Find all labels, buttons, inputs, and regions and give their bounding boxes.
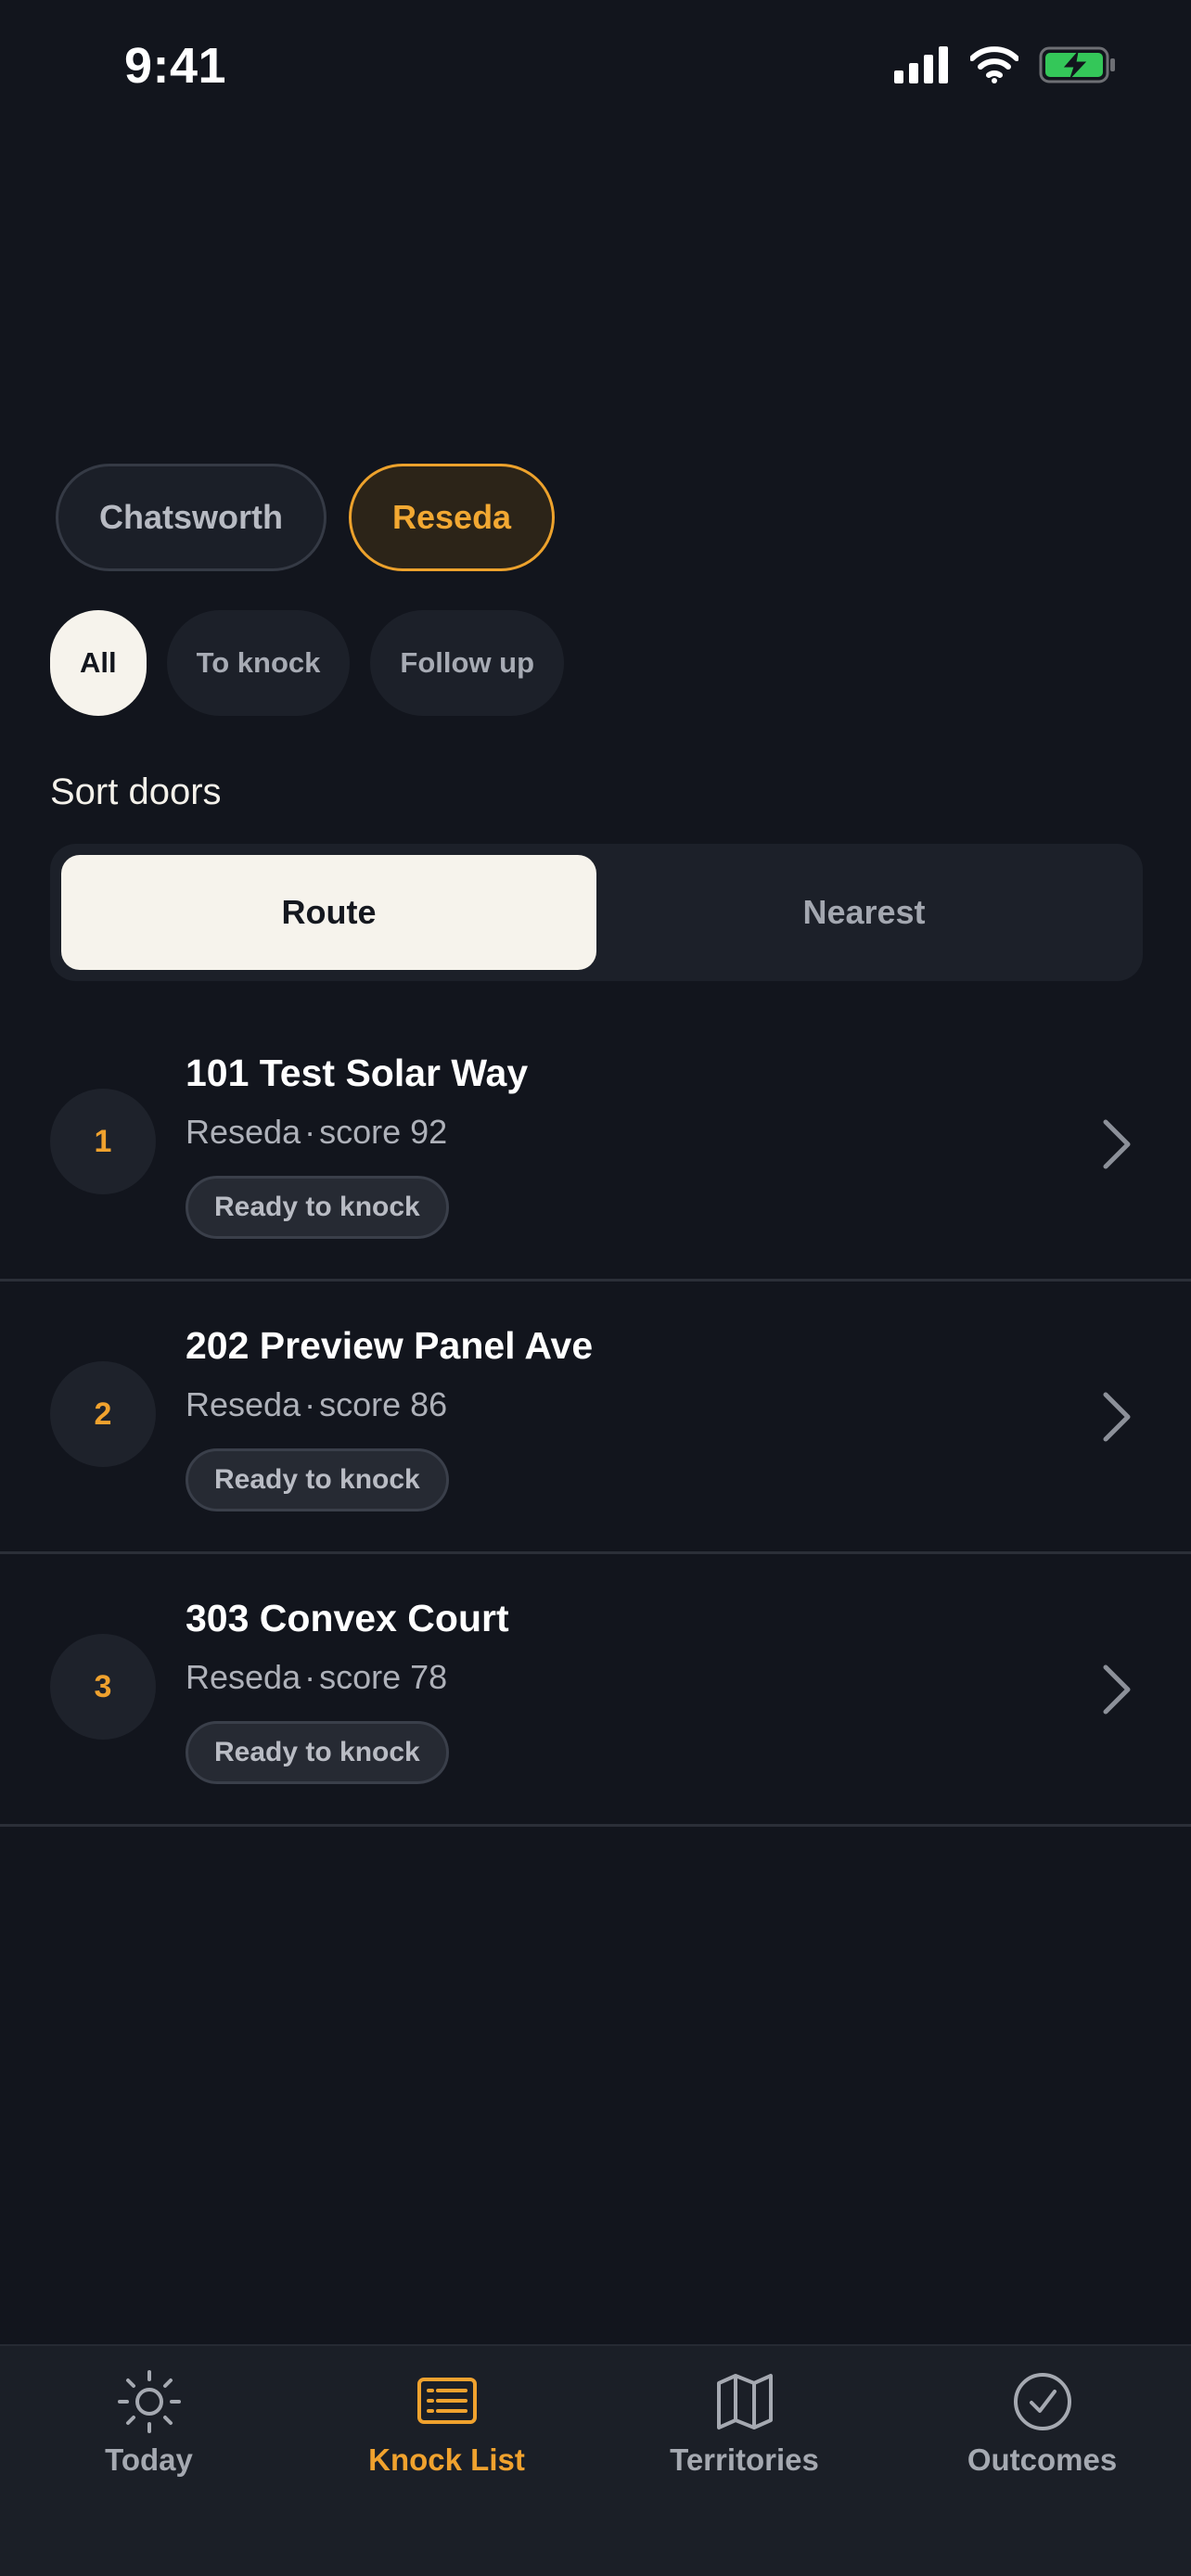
tab-outcomes[interactable]: Outcomes: [893, 2346, 1191, 2576]
status-badge: Ready to knock: [186, 1448, 449, 1511]
tab-label: Territories: [670, 2442, 819, 2477]
tab-label: Today: [105, 2442, 193, 2477]
door-score: score 92: [319, 1113, 448, 1151]
rank-badge: 1: [50, 1089, 156, 1194]
filter-chip-to-knock[interactable]: To knock: [166, 610, 351, 716]
status-icons: [894, 46, 1117, 83]
wifi-icon: [970, 46, 1018, 83]
door-meta: Reseda · score 78: [186, 1658, 447, 1697]
tab-knock-list[interactable]: Knock List: [298, 2346, 596, 2576]
door-row[interactable]: 2 202 Preview Panel Ave Reseda · score 86 …: [0, 1282, 1191, 1554]
door-row[interactable]: 3 303 Convex Court Reseda · score 78 Ready…: [0, 1554, 1191, 1827]
door-score: score 86: [319, 1385, 448, 1423]
check-circle-icon: [1013, 2373, 1071, 2430]
filter-chip-follow-up[interactable]: Follow up: [370, 610, 565, 716]
status-bar: 9:41: [0, 0, 1191, 139]
cellular-signal-icon: [894, 46, 948, 83]
door-area: Reseda: [186, 1113, 301, 1151]
filter-chip-all[interactable]: All: [50, 610, 147, 716]
sort-option-nearest[interactable]: Nearest: [596, 855, 1132, 970]
door-meta: Reseda · score 86: [186, 1385, 447, 1424]
tab-territories[interactable]: Territories: [596, 2346, 893, 2576]
sort-option-route[interactable]: Route: [61, 855, 596, 970]
sun-icon: [117, 2370, 181, 2433]
door-list: 1 101 Test Solar Way Reseda · score 92 Rea…: [0, 1009, 1191, 1827]
sort-label: Sort doors: [50, 772, 222, 812]
door-area: Reseda: [186, 1658, 301, 1696]
door-meta: Reseda · score 92: [186, 1113, 447, 1152]
chevron-right-icon: [1103, 1392, 1131, 1442]
separator-dot: ·: [304, 1113, 316, 1151]
door-filter: All To knock Follow up: [50, 610, 565, 716]
list-icon: [416, 2378, 477, 2424]
chevron-right-icon: [1103, 1119, 1131, 1169]
door-address: 303 Convex Court: [186, 1597, 509, 1639]
separator-dot: ·: [304, 1658, 316, 1696]
map-icon: [716, 2374, 773, 2429]
rank-badge: 2: [50, 1361, 156, 1467]
battery-charging-icon: [1039, 46, 1115, 83]
door-row[interactable]: 1 101 Test Solar Way Reseda · score 92 Rea…: [0, 1009, 1191, 1282]
territory-chip-chatsworth[interactable]: Chatsworth: [56, 464, 327, 571]
tab-bar: Today Knock List Territories Outcomes: [0, 2344, 1191, 2576]
status-badge: Ready to knock: [186, 1176, 449, 1239]
tab-label: Knock List: [368, 2442, 525, 2477]
separator-dot: ·: [304, 1385, 316, 1423]
status-time: 9:41: [124, 38, 227, 94]
door-score: score 78: [319, 1658, 448, 1696]
door-address: 202 Preview Panel Ave: [186, 1324, 594, 1367]
status-badge: Ready to knock: [186, 1721, 449, 1784]
tab-label: Outcomes: [967, 2442, 1118, 2477]
door-area: Reseda: [186, 1385, 301, 1423]
door-address: 101 Test Solar Way: [186, 1052, 529, 1094]
tab-today[interactable]: Today: [0, 2346, 298, 2576]
territory-chip-reseda[interactable]: Reseda: [349, 464, 556, 571]
territory-selector: Chatsworth Reseda: [56, 464, 556, 571]
chevron-right-icon: [1103, 1664, 1131, 1715]
rank-badge: 3: [50, 1634, 156, 1740]
sort-segmented-control: Route Nearest: [50, 844, 1143, 981]
